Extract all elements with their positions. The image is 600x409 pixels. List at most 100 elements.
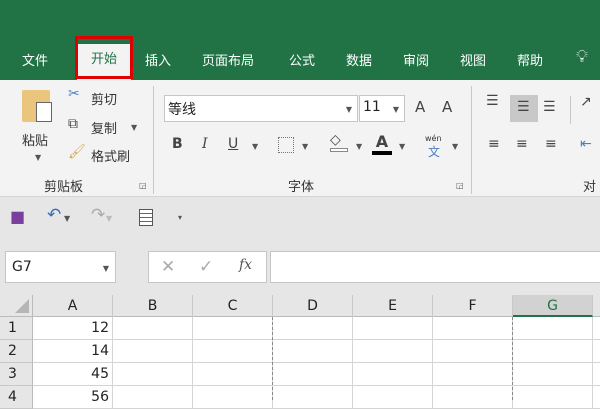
- fill-color-icon[interactable]: ◇: [330, 132, 348, 152]
- cell[interactable]: [273, 340, 353, 363]
- cell[interactable]: [353, 386, 433, 409]
- cell[interactable]: [193, 340, 273, 363]
- tab-page-layout[interactable]: 页面布局: [202, 50, 254, 69]
- font-color-button[interactable]: A: [372, 132, 392, 155]
- cell[interactable]: 14: [33, 340, 113, 363]
- row-header[interactable]: 1: [0, 317, 33, 340]
- italic-button[interactable]: I: [202, 136, 208, 152]
- align-middle-button[interactable]: ☰: [510, 95, 538, 122]
- cell[interactable]: [593, 363, 600, 386]
- row-header[interactable]: 4: [0, 386, 33, 409]
- cell[interactable]: [433, 363, 513, 386]
- align-right-icon[interactable]: ≡: [545, 136, 557, 152]
- cell[interactable]: [353, 340, 433, 363]
- clipboard-launcher[interactable]: ◲: [139, 181, 147, 190]
- phonetic-text: wén: [425, 134, 442, 143]
- cell[interactable]: [353, 363, 433, 386]
- paste-icon[interactable]: [22, 90, 52, 122]
- align-bottom-icon[interactable]: ☰: [543, 99, 556, 115]
- tab-formulas[interactable]: 公式: [289, 50, 315, 69]
- align-left-icon[interactable]: ≡: [488, 136, 500, 152]
- cell[interactable]: [193, 386, 273, 409]
- decrease-indent-icon[interactable]: ⇤: [580, 136, 592, 152]
- redo-icon[interactable]: ↷: [91, 205, 105, 225]
- row-header[interactable]: 2: [0, 340, 33, 363]
- phonetic-guide-button[interactable]: wén 文: [425, 134, 442, 160]
- font-launcher[interactable]: ◲: [456, 181, 464, 190]
- cell[interactable]: [273, 317, 353, 340]
- tab-help[interactable]: 帮助: [517, 50, 543, 69]
- name-box[interactable]: G7 ▼: [5, 251, 116, 283]
- tab-file[interactable]: 文件: [22, 50, 48, 69]
- lightbulb-icon[interactable]: 💡︎: [576, 47, 588, 67]
- borders-icon[interactable]: [278, 137, 294, 153]
- bold-button[interactable]: B: [172, 136, 183, 152]
- cell[interactable]: [513, 386, 593, 409]
- underline-button[interactable]: U: [228, 136, 238, 152]
- save-icon[interactable]: ■: [10, 207, 25, 226]
- column-header-g[interactable]: G: [513, 295, 593, 317]
- enter-icon[interactable]: ✓: [199, 257, 213, 277]
- fill-color-dropdown[interactable]: ▼: [356, 142, 362, 151]
- cell[interactable]: [113, 363, 193, 386]
- cell[interactable]: [353, 317, 433, 340]
- grow-font-icon[interactable]: A: [415, 98, 425, 116]
- cell[interactable]: 12: [33, 317, 113, 340]
- insert-function-button[interactable]: fx: [239, 257, 252, 273]
- calculator-icon[interactable]: [139, 209, 153, 226]
- cell[interactable]: [193, 317, 273, 340]
- undo-icon[interactable]: ↶: [47, 205, 61, 225]
- font-name-input[interactable]: 等线 ▼: [164, 95, 358, 122]
- cell[interactable]: [193, 363, 273, 386]
- column-header-a[interactable]: A: [33, 295, 113, 317]
- cell[interactable]: [513, 317, 593, 340]
- copy-dropdown[interactable]: ▼: [131, 123, 137, 132]
- formula-input[interactable]: [270, 251, 600, 283]
- cell[interactable]: [513, 340, 593, 363]
- copy-button[interactable]: 复制: [91, 118, 117, 137]
- cancel-icon[interactable]: ✕: [161, 257, 175, 277]
- tab-insert[interactable]: 插入: [145, 50, 171, 69]
- cell[interactable]: 45: [33, 363, 113, 386]
- column-header-d[interactable]: D: [273, 295, 353, 317]
- underline-dropdown[interactable]: ▼: [252, 142, 258, 151]
- paste-dropdown[interactable]: ▼: [35, 153, 41, 162]
- cell[interactable]: [593, 386, 600, 409]
- cell[interactable]: [593, 317, 600, 340]
- cell[interactable]: [273, 363, 353, 386]
- undo-dropdown[interactable]: ▼: [64, 214, 70, 223]
- column-header-e[interactable]: E: [353, 295, 433, 317]
- cell[interactable]: [113, 317, 193, 340]
- phonetic-dropdown[interactable]: ▼: [452, 142, 458, 151]
- cell[interactable]: [433, 386, 513, 409]
- cell[interactable]: [113, 386, 193, 409]
- column-header-b[interactable]: B: [113, 295, 193, 317]
- cell[interactable]: [513, 363, 593, 386]
- orientation-icon[interactable]: ↗: [580, 94, 592, 110]
- borders-dropdown[interactable]: ▼: [302, 142, 308, 151]
- column-header-h[interactable]: [593, 295, 600, 317]
- paste-button[interactable]: 粘贴: [22, 130, 48, 149]
- select-all-button[interactable]: [0, 295, 33, 317]
- shrink-font-icon[interactable]: A: [442, 98, 452, 116]
- tab-review[interactable]: 审阅: [403, 50, 429, 69]
- font-color-dropdown[interactable]: ▼: [399, 142, 405, 151]
- column-header-c[interactable]: C: [193, 295, 273, 317]
- align-top-icon[interactable]: ☰: [486, 93, 499, 109]
- column-header-f[interactable]: F: [433, 295, 513, 317]
- tab-view[interactable]: 视图: [460, 50, 486, 69]
- cut-button[interactable]: 剪切: [91, 89, 117, 108]
- redo-dropdown[interactable]: ▼: [106, 214, 112, 223]
- cell[interactable]: [593, 340, 600, 363]
- customize-qat-icon[interactable]: ▾: [178, 213, 182, 222]
- align-center-icon[interactable]: ≡: [516, 136, 528, 152]
- cell[interactable]: [433, 317, 513, 340]
- font-size-input[interactable]: 11 ▼: [359, 95, 405, 122]
- row-header[interactable]: 3: [0, 363, 33, 386]
- format-painter-button[interactable]: 格式刷: [91, 146, 130, 165]
- cell[interactable]: [433, 340, 513, 363]
- cell[interactable]: 56: [33, 386, 113, 409]
- cell[interactable]: [113, 340, 193, 363]
- cell[interactable]: [273, 386, 353, 409]
- tab-data[interactable]: 数据: [346, 50, 372, 69]
